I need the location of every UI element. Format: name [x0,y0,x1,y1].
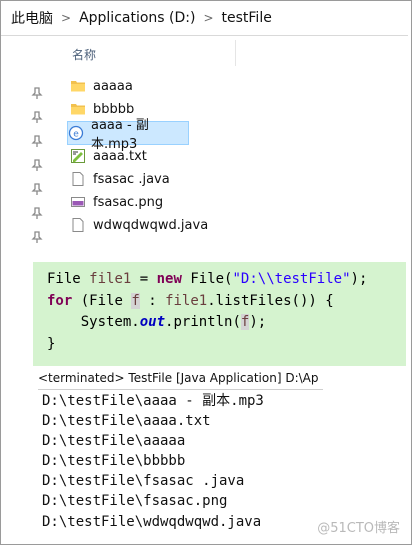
pin-icon[interactable] [30,86,44,100]
column-divider[interactable] [235,40,236,66]
code-keyword: for [47,292,73,309]
file-name: aaaa.txt [93,148,147,164]
pin-icon[interactable] [30,182,44,196]
file-row[interactable]: fsasac.png [70,191,250,213]
console-line: D:\testFile\fsasac.png [42,493,228,510]
file-icon [70,171,86,187]
code-token: .println( [165,314,241,330]
code-keyword: new [156,271,182,287]
code-variable-highlighted: f [131,292,140,309]
pin-icon[interactable] [30,134,44,148]
address-bar[interactable]: 此电脑 > Applications (D:) > testFile [1,1,408,36]
console-line: D:\testFile\aaaa - 副本.mp3 [42,393,264,409]
pin-icon[interactable] [30,230,44,244]
code-string: "D:\\testFile" [232,271,351,287]
console-output: D:\testFile\aaaa - 副本.mp3 D:\testFile\aaa… [42,391,264,532]
text-file-icon [70,148,86,164]
code-editor[interactable]: File file1 = new File("D:\\testFile"); f… [33,262,406,366]
breadcrumb-folder[interactable]: testFile [222,10,272,26]
console-line: D:\testFile\fsasac .java [42,473,245,490]
pin-icon[interactable] [30,158,44,172]
svg-text:e: e [73,130,79,140]
file-row[interactable]: fsasac .java [70,168,250,190]
file-name: fsasac.png [93,194,164,210]
code-token: .listFiles()) { [207,292,334,309]
audio-file-icon: e [68,125,84,141]
file-icon [70,217,86,233]
file-name: fsasac .java [93,171,170,187]
file-row[interactable]: aaaaa [70,75,250,97]
code-token: : [148,292,157,309]
chevron-right-icon[interactable]: > [203,11,213,25]
code-block: File file1 = new File("D:\\testFile"); f… [47,271,368,352]
code-field: out [139,314,166,330]
breadcrumb-drive[interactable]: Applications (D:) [79,10,195,26]
code-token: System. [80,314,140,330]
console-header: <terminated> TestFile [Java Application]… [38,371,323,390]
chevron-right-icon[interactable]: > [61,11,71,25]
code-token: (File [80,292,123,309]
column-header-name[interactable]: 名称 [72,46,96,63]
file-name: aaaaa [93,78,133,94]
console-line: D:\testFile\wdwqdwqwd.java [42,513,262,530]
code-token: ); [350,271,368,287]
code-variable: file1 [165,292,208,309]
file-row[interactable]: aaaa.txt [70,145,250,167]
breadcrumb-this-pc[interactable]: 此电脑 [11,8,53,28]
code-variable: file1 [89,271,132,287]
file-name: wdwqdwqwd.java [93,217,209,233]
folder-icon [70,101,86,117]
image-file-icon [70,194,86,210]
code-token: File [47,271,81,287]
console-line: D:\testFile\bbbbb [42,453,186,470]
code-token: File( [190,271,233,287]
file-row-selected[interactable]: e aaaa - 副本.mp3 [67,118,189,152]
folder-icon [70,78,86,94]
code-token: } [47,335,56,352]
file-row[interactable]: wdwqdwqwd.java [70,214,250,236]
pin-icon[interactable] [30,206,44,220]
watermark: @51CTO博客 [317,521,400,536]
console-line: D:\testFile\aaaaa [42,433,186,450]
pin-icon[interactable] [30,110,44,124]
code-token: ); [249,314,267,330]
breadcrumb: 此电脑 > Applications (D:) > testFile [11,8,272,28]
console-line: D:\testFile\aaaa.txt [42,413,211,430]
